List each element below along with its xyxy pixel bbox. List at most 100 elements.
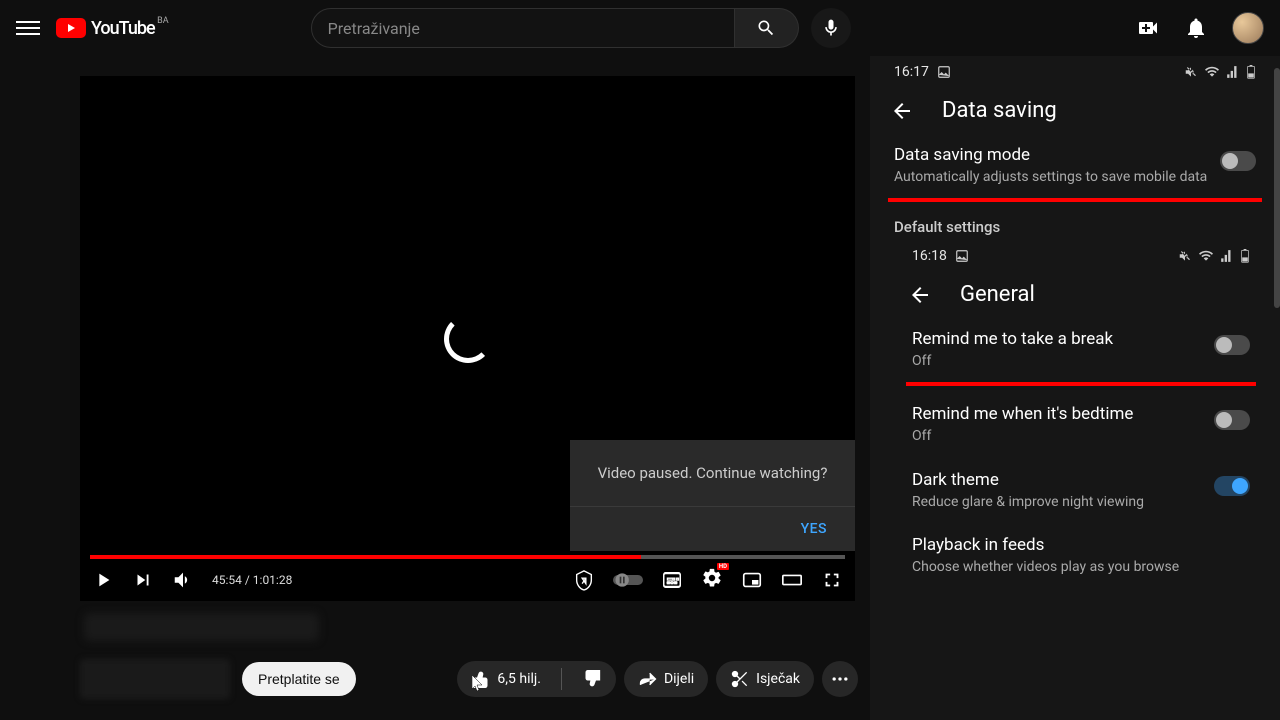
settings-button[interactable]: HD <box>701 567 723 593</box>
paused-actions: YES <box>570 506 855 551</box>
setting-subtitle: Automatically adjusts settings to save m… <box>894 168 1208 186</box>
like-button[interactable]: 6,5 hilj. <box>457 661 555 697</box>
remind-break-row[interactable]: Remind me to take a break Off <box>882 317 1280 382</box>
back-arrow-icon[interactable] <box>908 283 932 307</box>
phone1-header: Data saving <box>870 88 1280 133</box>
phone2-statusbar: 16:18 <box>882 240 1280 272</box>
loading-spinner-icon <box>444 315 492 363</box>
setting-title: Remind me when it's bedtime <box>912 404 1202 424</box>
player-controls: 45:54 / 1:01:28 HD <box>80 559 855 601</box>
wifi-icon <box>1204 65 1220 79</box>
search-input[interactable]: Pretraživanje <box>311 8 735 48</box>
mute-icon <box>1178 249 1192 263</box>
controls-right: HD <box>573 567 843 593</box>
more-actions-button[interactable] <box>822 661 858 697</box>
clip-button[interactable]: Isječak <box>716 661 814 697</box>
remind-bedtime-row[interactable]: Remind me when it's bedtime Off <box>882 392 1280 457</box>
paused-dialog: Video paused. Continue watching? YES <box>570 440 855 551</box>
video-title-row <box>80 613 858 641</box>
theater-mode-icon[interactable] <box>781 569 803 591</box>
phone1-statusbar: 16:17 <box>870 56 1280 88</box>
playback-feeds-row[interactable]: Playback in feeds Choose whether videos … <box>882 523 1280 588</box>
play-icon[interactable] <box>92 569 114 591</box>
autoplay-toggle-icon[interactable] <box>613 569 643 591</box>
volume-icon[interactable] <box>172 569 194 591</box>
data-saving-mode-row[interactable]: Data saving mode Automatically adjusts s… <box>870 133 1280 198</box>
share-icon <box>638 669 658 689</box>
youtube-logo-text: YouTube <box>91 18 155 39</box>
video-player[interactable]: Video paused. Continue watching? YES 45:… <box>80 76 855 601</box>
phone2-nested: 16:18 General Remind me to take a break … <box>882 240 1280 588</box>
phone1-time: 16:17 <box>894 64 929 80</box>
youtube-logo[interactable]: YouTube BA <box>56 18 155 39</box>
video-title-blurred <box>84 613 319 641</box>
dark-theme-row[interactable]: Dark theme Reduce glare & improve night … <box>882 458 1280 523</box>
like-count: 6,5 hilj. <box>497 671 541 687</box>
continue-watching-button[interactable]: YES <box>801 521 827 537</box>
thumbs-down-icon <box>582 669 602 689</box>
default-settings-label: Default settings <box>870 208 1280 240</box>
clip-label: Isječak <box>756 671 800 687</box>
paused-message: Video paused. Continue watching? <box>570 440 855 506</box>
video-action-bar: 6,5 hilj. Dijeli Isječak <box>457 661 858 697</box>
setting-title: Remind me to take a break <box>912 329 1202 349</box>
highlight-underline <box>906 382 1256 386</box>
main-content: Video paused. Continue watching? YES 45:… <box>0 56 1280 720</box>
signal-icon <box>1220 249 1234 263</box>
setting-subtitle: Reduce glare & improve night viewing <box>912 493 1202 511</box>
time-display: 45:54 / 1:01:28 <box>212 573 292 587</box>
setting-subtitle: Choose whether videos play as you browse <box>912 558 1250 576</box>
youtube-region: BA <box>157 16 168 26</box>
create-icon[interactable] <box>1136 16 1160 40</box>
notifications-icon[interactable] <box>1184 16 1208 40</box>
share-button[interactable]: Dijeli <box>624 661 708 697</box>
hamburger-menu-icon[interactable] <box>16 16 40 40</box>
fullscreen-icon[interactable] <box>821 569 843 591</box>
search-container: Pretraživanje <box>311 8 851 48</box>
youtube-play-icon <box>56 18 86 38</box>
subscribe-button[interactable]: Pretplatite se <box>242 662 356 696</box>
phone2-title: General <box>960 282 1035 307</box>
header-actions <box>1136 12 1264 44</box>
gear-icon <box>701 567 723 589</box>
setting-title: Data saving mode <box>894 145 1208 165</box>
remind-bedtime-toggle[interactable] <box>1214 410 1250 430</box>
microphone-icon <box>821 18 841 38</box>
sidebar-phone-screenshots: 16:17 Data saving Data saving mode Autom… <box>870 56 1280 720</box>
channel-row: Pretplatite se 6,5 hilj. Dijeli <box>80 659 858 699</box>
battery-icon <box>1246 65 1256 79</box>
scrollbar[interactable] <box>1274 68 1280 308</box>
image-icon <box>955 249 969 263</box>
thumbs-up-icon <box>471 669 491 689</box>
dark-theme-toggle[interactable] <box>1214 476 1250 496</box>
like-dislike-pill: 6,5 hilj. <box>457 661 616 697</box>
wifi-icon <box>1198 249 1214 263</box>
user-avatar[interactable] <box>1232 12 1264 44</box>
dislike-button[interactable] <box>568 661 616 697</box>
signal-icon <box>1226 65 1240 79</box>
share-label: Dijeli <box>664 671 694 687</box>
search-button[interactable] <box>735 8 799 48</box>
voice-search-button[interactable] <box>811 8 851 48</box>
phone1-title: Data saving <box>942 98 1057 123</box>
pill-divider <box>561 668 562 690</box>
highlight-underline <box>888 198 1262 202</box>
battery-icon <box>1240 249 1250 263</box>
phone2-header: General <box>882 272 1280 317</box>
miniplayer-icon[interactable] <box>741 569 763 591</box>
more-horizontal-icon <box>830 669 850 689</box>
phone2-time: 16:18 <box>912 248 947 264</box>
search-icon <box>756 18 776 38</box>
image-icon <box>937 65 951 79</box>
scissors-icon <box>730 669 750 689</box>
next-icon[interactable] <box>132 569 154 591</box>
stable-volume-icon[interactable] <box>573 569 595 591</box>
data-saving-toggle[interactable] <box>1220 151 1256 171</box>
captions-icon[interactable] <box>661 569 683 591</box>
setting-subtitle: Off <box>912 352 1202 370</box>
channel-info-blurred <box>80 659 230 699</box>
remind-break-toggle[interactable] <box>1214 335 1250 355</box>
mute-icon <box>1184 65 1198 79</box>
back-arrow-icon[interactable] <box>890 99 914 123</box>
setting-title: Playback in feeds <box>912 535 1250 555</box>
